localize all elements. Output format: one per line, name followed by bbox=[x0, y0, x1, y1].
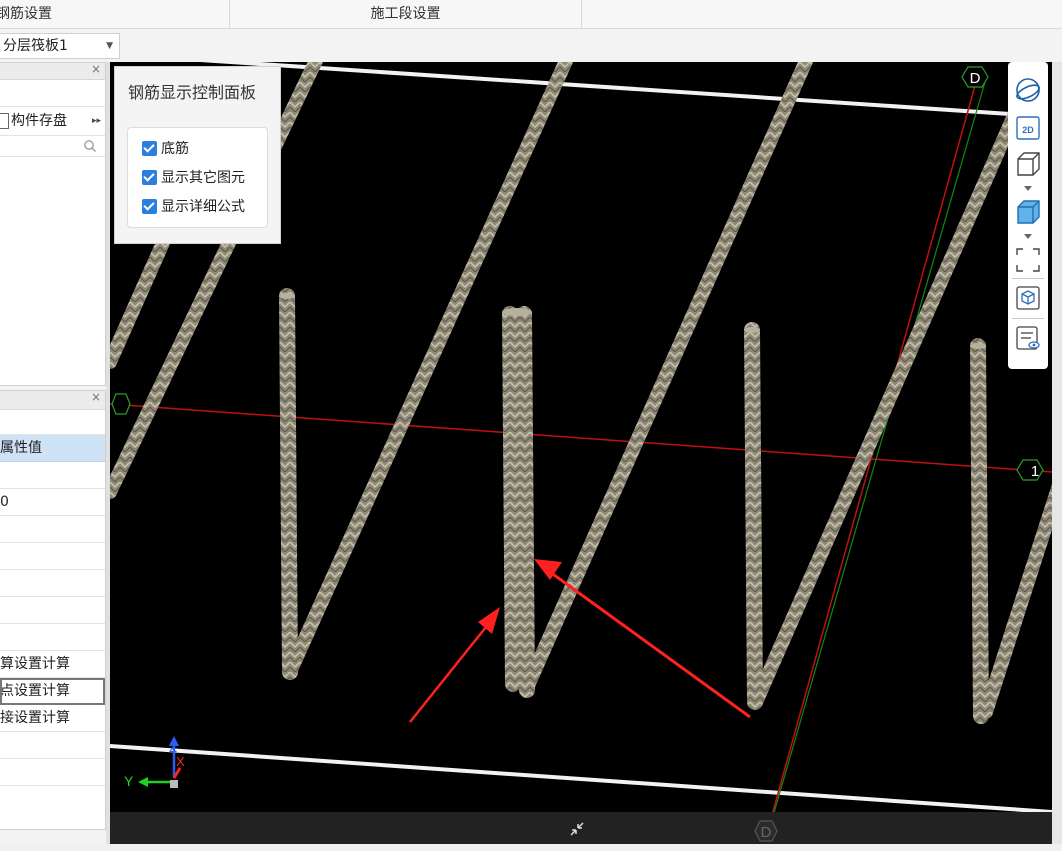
rebar-options-box: 底筋 显示其它图元 显示详细公式 bbox=[127, 127, 268, 228]
3d-box-icon[interactable] bbox=[1014, 150, 1042, 178]
axis-gizmo: Z X Y bbox=[124, 736, 185, 789]
property-row[interactable] bbox=[0, 732, 105, 759]
red-axis-line bbox=[110, 403, 1052, 473]
rebar-diagonal bbox=[979, 484, 1052, 719]
axis-marker-d-top: D bbox=[961, 66, 989, 88]
component-list-panel: × 构件存盘 ▸▸ bbox=[0, 62, 106, 386]
chevron-down-icon[interactable] bbox=[1024, 186, 1032, 191]
2d-view-icon[interactable]: 2D bbox=[1014, 114, 1042, 142]
property-row[interactable] bbox=[0, 570, 105, 597]
axis-label-1-right: 1 bbox=[1031, 463, 1039, 480]
rebar-caps bbox=[279, 293, 986, 349]
checkbox-checked-icon bbox=[142, 140, 157, 156]
panel-spacer bbox=[0, 410, 105, 435]
axis-marker-1-right: 1 bbox=[1016, 459, 1044, 481]
property-row[interactable] bbox=[0, 597, 105, 624]
checkbox-checked-icon bbox=[142, 169, 157, 185]
panel-header: × bbox=[0, 62, 105, 80]
display-settings-icon[interactable] bbox=[1014, 324, 1042, 352]
view-toolbar: 2D bbox=[1008, 62, 1048, 369]
show-detailed-formula-checkbox[interactable]: 显示详细公式 bbox=[142, 196, 245, 218]
tab-rebar-settings[interactable]: 钢筋设置 bbox=[0, 0, 230, 28]
bottom-rebar-checkbox[interactable]: 底筋 bbox=[142, 138, 189, 160]
tab-stage-settings[interactable]: 施工段设置 bbox=[230, 0, 582, 28]
chevron-down-icon[interactable] bbox=[1024, 234, 1032, 239]
axis-label-d-top: D bbox=[970, 70, 981, 87]
gizmo-y-label: Y bbox=[124, 773, 134, 789]
property-row-selected[interactable]: 点设置计算 bbox=[0, 678, 105, 705]
checkbox-checked-icon bbox=[142, 198, 157, 214]
property-value-header: 属性值 bbox=[0, 435, 105, 462]
top-tab-bar: 钢筋设置 施工段设置 bbox=[0, 0, 1062, 29]
axis-marker-left bbox=[111, 393, 131, 415]
annotation-arrow-left bbox=[409, 621, 491, 723]
rebar-vertical bbox=[970, 338, 989, 724]
show-other-elements-checkbox[interactable]: 显示其它图元 bbox=[142, 167, 245, 189]
rebar-panel-title: 钢筋显示控制面板 bbox=[128, 83, 257, 102]
rebar-diagonal bbox=[749, 62, 1046, 709]
show-detailed-formula-label: 显示详细公式 bbox=[161, 199, 245, 215]
component-save-label: 构件存盘 bbox=[11, 113, 67, 129]
gizmo-x-label: X bbox=[176, 754, 185, 769]
rebar-vertical bbox=[502, 306, 521, 692]
2d-view-label: 2D bbox=[1022, 125, 1034, 135]
bottom-rebar-label: 底筋 bbox=[161, 141, 189, 157]
rebar-vertical bbox=[516, 306, 535, 698]
save-icon bbox=[0, 113, 9, 129]
property-row[interactable] bbox=[0, 543, 105, 570]
3d-viewport[interactable]: D 1 Z X Y D 钢筋显示控制面板 底筋 显示其它图元 显示详细公式 2D bbox=[110, 62, 1052, 844]
select-3d-icon[interactable] bbox=[1014, 284, 1042, 312]
zoom-extents-icon[interactable] bbox=[1014, 246, 1042, 274]
more-icon[interactable]: ▸▸ bbox=[92, 107, 101, 135]
property-panel: × 属性值 0 算设置计算 点设置计算 接设置计算 bbox=[0, 390, 106, 830]
axis-marker-d-bottom: D bbox=[754, 820, 778, 842]
annotation-arrow-right bbox=[549, 570, 751, 719]
tab-bar-spacer bbox=[582, 0, 1062, 28]
footer-strip bbox=[0, 844, 1062, 851]
property-row[interactable] bbox=[0, 624, 105, 651]
rebar-vertical bbox=[279, 288, 298, 680]
axis-label-d-bottom: D bbox=[761, 824, 772, 841]
property-row[interactable] bbox=[0, 516, 105, 543]
right-scroll-strip[interactable] bbox=[1052, 62, 1062, 844]
secondary-toolbar: 分层筏板1 ▼ bbox=[0, 29, 1062, 62]
rebar-diagonal bbox=[519, 62, 814, 697]
property-row[interactable]: 0 bbox=[0, 489, 105, 516]
property-row[interactable]: 接设置计算 bbox=[0, 705, 105, 732]
show-other-elements-label: 显示其它图元 bbox=[161, 170, 245, 186]
layer-select-value: 分层筏板1 bbox=[3, 38, 68, 54]
green-axis-line bbox=[764, 81, 986, 844]
rebar-display-control-panel: 钢筋显示控制面板 底筋 显示其它图元 显示详细公式 bbox=[114, 66, 281, 244]
property-row[interactable] bbox=[0, 462, 105, 489]
close-icon[interactable]: × bbox=[91, 62, 101, 76]
property-row[interactable] bbox=[0, 759, 105, 786]
chevron-down-icon: ▼ bbox=[106, 41, 113, 51]
search-icon bbox=[84, 140, 96, 152]
toolbar-divider bbox=[1012, 318, 1044, 319]
slab-edge-bottom bbox=[110, 744, 1052, 814]
orbit-icon[interactable] bbox=[1014, 76, 1042, 104]
collapse-icon[interactable] bbox=[566, 818, 588, 840]
panel-header: × bbox=[0, 390, 105, 410]
rebar-vertical bbox=[744, 322, 763, 710]
property-row[interactable]: 算设置计算 bbox=[0, 651, 105, 678]
component-save-button[interactable]: 构件存盘 ▸▸ bbox=[0, 107, 105, 136]
solid-box-icon[interactable] bbox=[1014, 198, 1042, 226]
toolbar-divider bbox=[1012, 278, 1044, 279]
layer-select[interactable]: 分层筏板1 ▼ bbox=[0, 33, 120, 59]
panel-spacer bbox=[0, 80, 105, 107]
close-icon[interactable]: × bbox=[91, 390, 101, 404]
vertical-rebars bbox=[279, 288, 989, 724]
gizmo-z-label: Z bbox=[169, 740, 177, 755]
component-search-input[interactable] bbox=[0, 136, 105, 157]
annotation-arrowhead bbox=[478, 607, 500, 634]
